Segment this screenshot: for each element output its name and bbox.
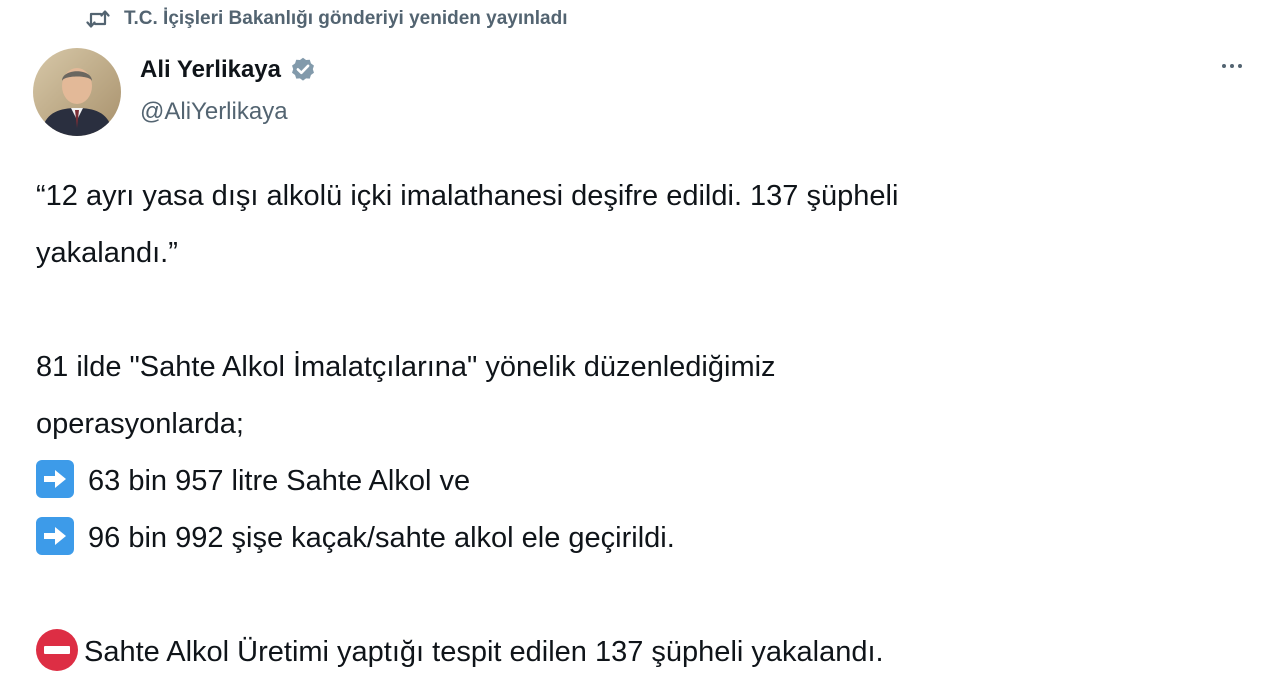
bullet-item: 96 bin 992 şişe kaçak/sahte alkol ele ge… <box>36 510 1236 567</box>
tweet-line: “12 ayrı yasa dışı alkolü içki imalathan… <box>36 180 899 212</box>
more-dot-icon <box>1230 64 1234 68</box>
retweet-icon <box>86 8 110 30</box>
retweet-indicator[interactable]: T.C. İçişleri Bakanlığı gönderiyi yenide… <box>86 4 567 34</box>
avatar[interactable] <box>33 48 121 136</box>
bullet-text: 63 bin 957 litre Sahte Alkol ve <box>88 465 471 497</box>
bullet-text: 96 bin 992 şişe kaçak/sahte alkol ele ge… <box>88 522 675 554</box>
tweet-line: operasyonlarda; <box>36 408 244 440</box>
bullet-item: 63 bin 957 litre Sahte Alkol ve <box>36 453 1236 510</box>
retweet-text[interactable]: T.C. İçişleri Bakanlığı gönderiyi yenide… <box>124 8 567 30</box>
tweet-line: yakalandı.” <box>36 237 178 269</box>
verified-badge-icon[interactable] <box>289 56 317 84</box>
handle[interactable]: @AliYerlikaya <box>140 98 317 126</box>
more-dot-icon <box>1222 64 1226 68</box>
tweet-line: 81 ilde "Sahte Alkol İmalatçılarına" yön… <box>36 351 776 383</box>
right-arrow-emoji-icon <box>36 517 74 555</box>
more-options-button[interactable] <box>1215 54 1249 78</box>
more-dot-icon <box>1238 64 1242 68</box>
final-statement: Sahte Alkol Üretimi yaptığı tespit edile… <box>36 624 1236 681</box>
right-arrow-emoji-icon <box>36 460 74 498</box>
display-name[interactable]: Ali Yerlikaya <box>140 56 281 84</box>
tweet-text: “12 ayrı yasa dışı alkolü içki imalathan… <box>36 168 1236 681</box>
author-info: Ali Yerlikaya @AliYerlikaya <box>140 52 317 126</box>
final-text: Sahte Alkol Üretimi yaptığı tespit edile… <box>84 636 884 668</box>
no-entry-emoji-icon <box>36 629 78 671</box>
